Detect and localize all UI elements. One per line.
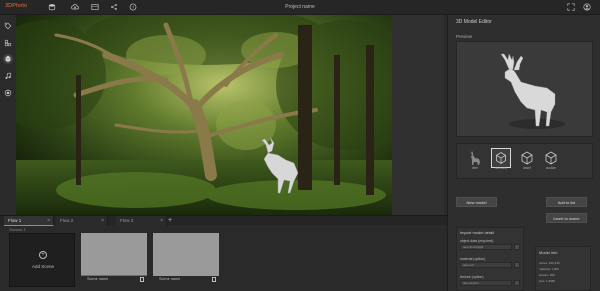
model-info-section: Model info vertex: 102,215 material: 1,0…	[535, 246, 591, 291]
scene-viewport[interactable]	[16, 15, 392, 215]
scene-card[interactable]: Scene name	[81, 233, 147, 283]
import-title: Import model detail	[460, 230, 495, 235]
model-thumb-custom[interactable]	[541, 148, 561, 168]
preview-label: Preview	[456, 34, 473, 39]
model-library: deer selected asset custom	[456, 143, 593, 179]
marker-icon[interactable]	[3, 88, 13, 98]
tab-flow-1[interactable]: Flow 1 ×	[4, 216, 54, 226]
close-icon[interactable]: ×	[47, 216, 50, 226]
model-label: deer	[471, 166, 479, 170]
scenes-label: Scenes 1	[9, 227, 26, 232]
model-label: custom	[545, 166, 557, 170]
add-to-list-button[interactable]: Add to list	[546, 197, 587, 207]
scene-name: Scene name	[81, 276, 147, 283]
add-tab-button[interactable]: +	[168, 216, 172, 226]
forest-scene-image[interactable]	[16, 15, 392, 215]
model-info-line: texture: 200	[539, 273, 555, 277]
tab-flow-2[interactable]: Flow 2 ×	[56, 216, 108, 226]
layout-icon[interactable]	[3, 38, 13, 48]
model-label: selected	[495, 166, 507, 170]
trash-icon[interactable]	[212, 277, 216, 282]
plus-icon: +	[39, 251, 47, 259]
tab-label: Flow 1	[8, 218, 22, 223]
model-info-title: Model info	[539, 250, 558, 255]
tag-icon[interactable]	[3, 21, 13, 31]
music-icon[interactable]	[3, 71, 13, 81]
tab-flow-3[interactable]: Flow 3 ×	[116, 216, 167, 226]
tab-label: Flow 2	[60, 218, 74, 223]
trash-icon[interactable]	[140, 277, 144, 282]
project-name[interactable]: Project name	[0, 4, 600, 10]
model-preview[interactable]	[456, 41, 593, 137]
viewport-margin	[392, 15, 444, 215]
scene-card[interactable]: Scene name	[153, 233, 219, 283]
panel-title: 3D Model Editor	[456, 19, 492, 25]
field-label: texture (option)	[460, 275, 484, 279]
tab-label: Flow 3	[120, 218, 134, 223]
fullscreen-icon[interactable]	[566, 2, 576, 12]
model-thumb-selected[interactable]	[491, 148, 511, 168]
model-info-line: material: 1,000	[539, 267, 559, 271]
scene-name: Scene name	[153, 276, 219, 283]
object-data-field[interactable]: deer.fbx/obj/gltf	[460, 244, 512, 250]
3d-model-icon[interactable]	[3, 54, 13, 64]
texture-field[interactable]: deer.texture	[460, 280, 512, 286]
material-field[interactable]: deer.mtl	[460, 262, 512, 268]
close-icon[interactable]: ×	[101, 216, 104, 226]
model-editor-panel: 3D Model Editor Preview deer selected as…	[447, 15, 600, 291]
browse-button[interactable]	[514, 262, 520, 268]
import-model-section: Import model detail object data (require…	[456, 227, 524, 291]
left-toolbar	[0, 15, 16, 215]
new-model-button[interactable]: New model	[456, 197, 497, 207]
browse-button[interactable]	[514, 244, 520, 250]
add-scene-button[interactable]: + Add Scene	[9, 233, 75, 287]
browse-button[interactable]	[514, 280, 520, 286]
flow-tabs: Flow 1 × Flow 2 × Flow 3 × +	[0, 215, 447, 226]
add-scene-label: Add Scene	[31, 264, 55, 269]
model-info-line: size: 1.2MB	[539, 279, 555, 283]
field-label: material (option)	[460, 257, 486, 261]
field-label: object data (required)	[460, 239, 494, 243]
model-thumb-asset[interactable]	[517, 148, 537, 168]
model-info-line: vertex: 102,215	[539, 261, 560, 265]
model-label: asset	[523, 166, 531, 170]
account-icon[interactable]	[582, 2, 592, 12]
insert-to-scene-button[interactable]: Insert to scene	[546, 213, 587, 223]
top-bar: 3DPhoto ? Project name	[0, 0, 600, 15]
model-thumb-deer[interactable]	[465, 148, 485, 168]
close-icon[interactable]: ×	[160, 216, 163, 226]
